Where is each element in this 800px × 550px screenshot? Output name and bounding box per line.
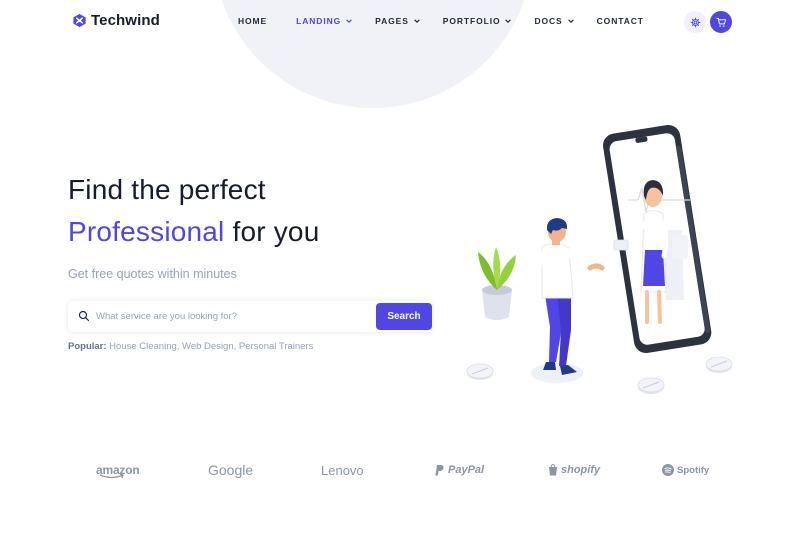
nav-pages[interactable]: PAGES [375, 16, 421, 26]
doctor-consultation-illustration [466, 124, 733, 394]
popular-label: Popular: [68, 341, 107, 352]
brand-logo-google-text: Google [208, 462, 254, 478]
cart-icon [715, 17, 726, 27]
nav-contact[interactable]: CONTACT [597, 16, 644, 26]
main-nav: HOME LANDING PAGES PORTFOLIO DOCS CONTAC… [238, 16, 644, 26]
search-input[interactable] [96, 308, 366, 325]
chevron-down-icon [413, 19, 420, 24]
shopify-bag-icon [549, 464, 557, 476]
brand-logo-lenovo-text: Lenovo [321, 462, 364, 478]
hero-title-accent: Professional [68, 216, 225, 247]
brand-logo-amazon: amazon [96, 455, 140, 485]
popular-searches: Popular: House Cleaning, Web Design, Per… [68, 341, 313, 352]
brand-logo-shopify: shopify [548, 455, 600, 485]
chevron-down-icon [567, 19, 574, 24]
nav-portfolio-label: PORTFOLIO [442, 16, 501, 26]
popular-items[interactable]: House Cleaning, Web Design, Personal Tra… [109, 341, 313, 352]
nav-docs-label: DOCS [534, 16, 563, 26]
nav-contact-label: CONTACT [596, 16, 644, 26]
hero-title-rest: for you [224, 216, 320, 247]
brand-logo-spotify-text: Spotify [677, 464, 710, 476]
nav-pages-label: PAGES [375, 16, 409, 26]
hero-subtitle: Get free quotes within minutes [68, 267, 237, 281]
nav-portfolio[interactable]: PORTFOLIO [443, 16, 513, 26]
brand-logo-spotify: Spotify [662, 455, 709, 485]
hero-title-line2: Professional for you [68, 216, 319, 248]
cart-button[interactable] [710, 11, 732, 33]
nav-landing[interactable]: LANDING [296, 16, 353, 26]
brand-logo-paypal-text: PayPal [448, 464, 485, 476]
settings-button[interactable] [684, 11, 706, 33]
nav-landing-label: LANDING [296, 16, 342, 26]
nav-home[interactable]: HOME [238, 16, 267, 26]
nav-home-label: HOME [238, 16, 268, 26]
chevron-down-icon [346, 19, 352, 24]
brand-logo-paypal: PayPal [435, 455, 484, 485]
brand-logos: amazon Google Lenovo PayPal shopify Spot… [0, 455, 800, 485]
spotify-icon [662, 464, 674, 476]
search-icon [78, 310, 90, 322]
paypal-icon [435, 464, 444, 475]
logo[interactable]: Techwind [72, 12, 160, 29]
brand-logo-shopify-text: shopify [561, 464, 601, 476]
chevron-down-icon [505, 19, 512, 24]
logo-icon [73, 13, 86, 28]
gear-icon [690, 17, 700, 27]
nav-docs[interactable]: DOCS [534, 16, 574, 26]
brand-name: Techwind [91, 12, 160, 29]
hero-title-line1: Find the perfect [68, 174, 266, 205]
brand-logo-google: Google [208, 455, 253, 485]
search-button[interactable]: Search [376, 303, 432, 330]
amazon-smile-icon [99, 474, 124, 479]
brand-logo-lenovo: Lenovo [321, 455, 364, 485]
